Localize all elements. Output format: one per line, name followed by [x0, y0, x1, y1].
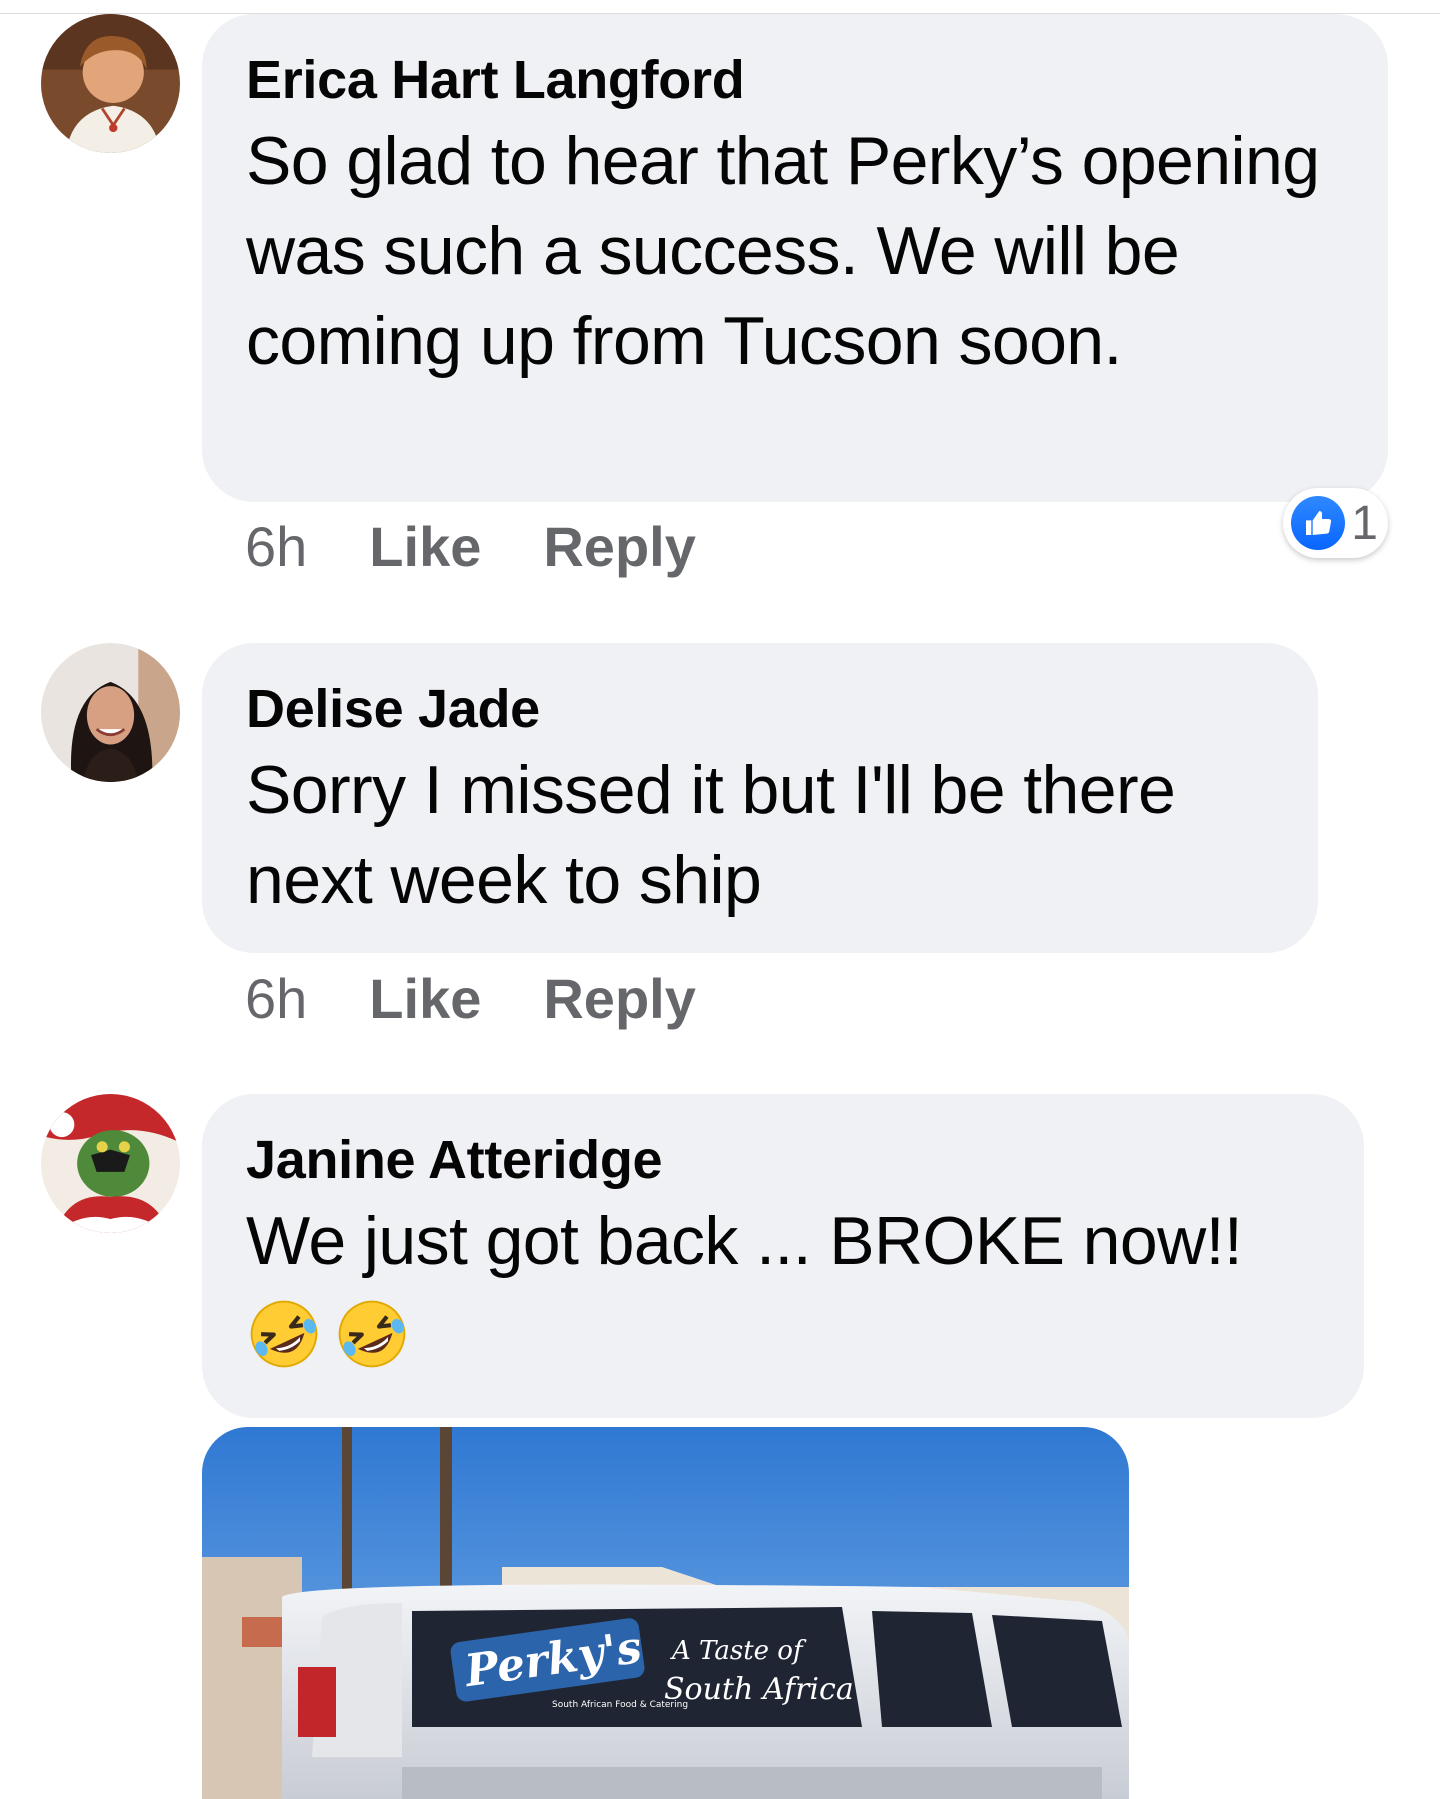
avatar[interactable]	[41, 14, 180, 153]
comment-photo[interactable]: Perky's South African Food & Catering A …	[202, 1427, 1129, 1799]
avatar[interactable]	[41, 1094, 180, 1233]
van-tagline-1: A Taste of	[670, 1636, 807, 1666]
comment-actions: 6h Like Reply	[245, 964, 696, 1034]
like-button[interactable]: Like	[369, 512, 481, 582]
rolling-on-floor-laughing-emoji	[338, 1300, 406, 1368]
comment-text: We just got back ... BROKE now!!	[246, 1203, 1243, 1279]
reply-button[interactable]: Reply	[543, 964, 696, 1034]
emoji-row	[246, 1296, 1320, 1372]
comment-timestamp[interactable]: 6h	[245, 964, 307, 1034]
reaction-count: 1	[1351, 496, 1378, 550]
comment-actions: 6h Like Reply	[245, 512, 696, 582]
comment-author[interactable]: Erica Hart Langford	[246, 44, 1344, 116]
comment-bubble: Delise Jade Sorry I missed it but I'll b…	[202, 643, 1318, 953]
comment-author[interactable]: Delise Jade	[246, 673, 1274, 745]
like-thumb-icon	[1291, 496, 1346, 550]
like-button[interactable]: Like	[369, 964, 481, 1034]
van-tagline-2: South Africa	[664, 1672, 854, 1707]
reply-button[interactable]: Reply	[543, 512, 696, 582]
comment-author[interactable]: Janine Atteridge	[246, 1124, 1320, 1196]
top-divider	[0, 0, 1440, 14]
comment-bubble: Erica Hart Langford So glad to hear that…	[202, 14, 1388, 502]
comment-text: Sorry I missed it but I'll be there next…	[246, 752, 1176, 918]
comment-bubble: Janine Atteridge We just got back ... BR…	[202, 1094, 1364, 1418]
avatar[interactable]	[41, 643, 180, 782]
rolling-on-floor-laughing-emoji	[250, 1300, 318, 1368]
comment-timestamp[interactable]: 6h	[245, 512, 307, 582]
comment-text: So glad to hear that Perky’s opening was…	[246, 123, 1320, 379]
reaction-summary[interactable]: 1	[1283, 488, 1388, 558]
